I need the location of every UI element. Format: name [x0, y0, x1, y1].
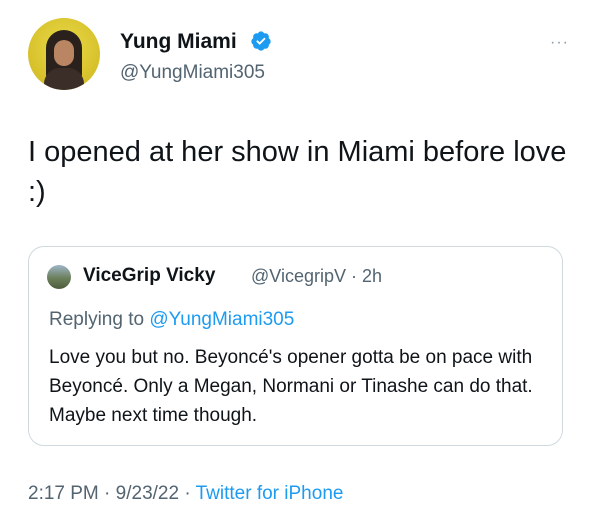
meta-separator: · [351, 266, 357, 286]
replying-to-prefix: Replying to [49, 309, 145, 330]
replying-to-mention[interactable]: @YungMiami305 [149, 309, 294, 330]
tweet-source-link[interactable]: Twitter for iPhone [196, 483, 344, 504]
footer-separator-2: · [184, 483, 191, 504]
quoted-author-handle[interactable]: @VicegripV [251, 266, 346, 286]
avatar-body [44, 68, 84, 90]
verified-badge-icon [251, 31, 271, 51]
quoted-tweet-text: Love you but no. Beyoncé's opener gotta … [49, 347, 533, 426]
replying-to-line: Replying to @YungMiami305 [49, 309, 294, 331]
author-handle[interactable]: @YungMiami305 [120, 62, 265, 84]
tweet-date[interactable]: 9/23/22 [116, 483, 179, 504]
quoted-tweet-card[interactable]: ViceGrip Vicky @VicegripV · 2h Replying … [28, 246, 563, 446]
tweet-footer: 2:17 PM · 9/23/22 · Twitter for iPhone [28, 483, 343, 505]
quoted-tweet-time[interactable]: 2h [362, 266, 382, 286]
avatar-face [54, 40, 74, 66]
tweet-time[interactable]: 2:17 PM [28, 483, 99, 504]
more-horizontal-icon[interactable]: ··· [550, 34, 569, 52]
quoted-author-display-name[interactable]: ViceGrip Vicky [83, 265, 215, 287]
author-avatar[interactable] [28, 18, 100, 90]
quoted-author-meta: @VicegripV · 2h [251, 266, 382, 287]
author-display-name[interactable]: Yung Miami [120, 30, 237, 54]
quoted-author-avatar[interactable] [47, 265, 71, 289]
footer-separator-1: · [104, 483, 111, 504]
tweet-text: I opened at her show in Miami before lov… [28, 136, 567, 208]
